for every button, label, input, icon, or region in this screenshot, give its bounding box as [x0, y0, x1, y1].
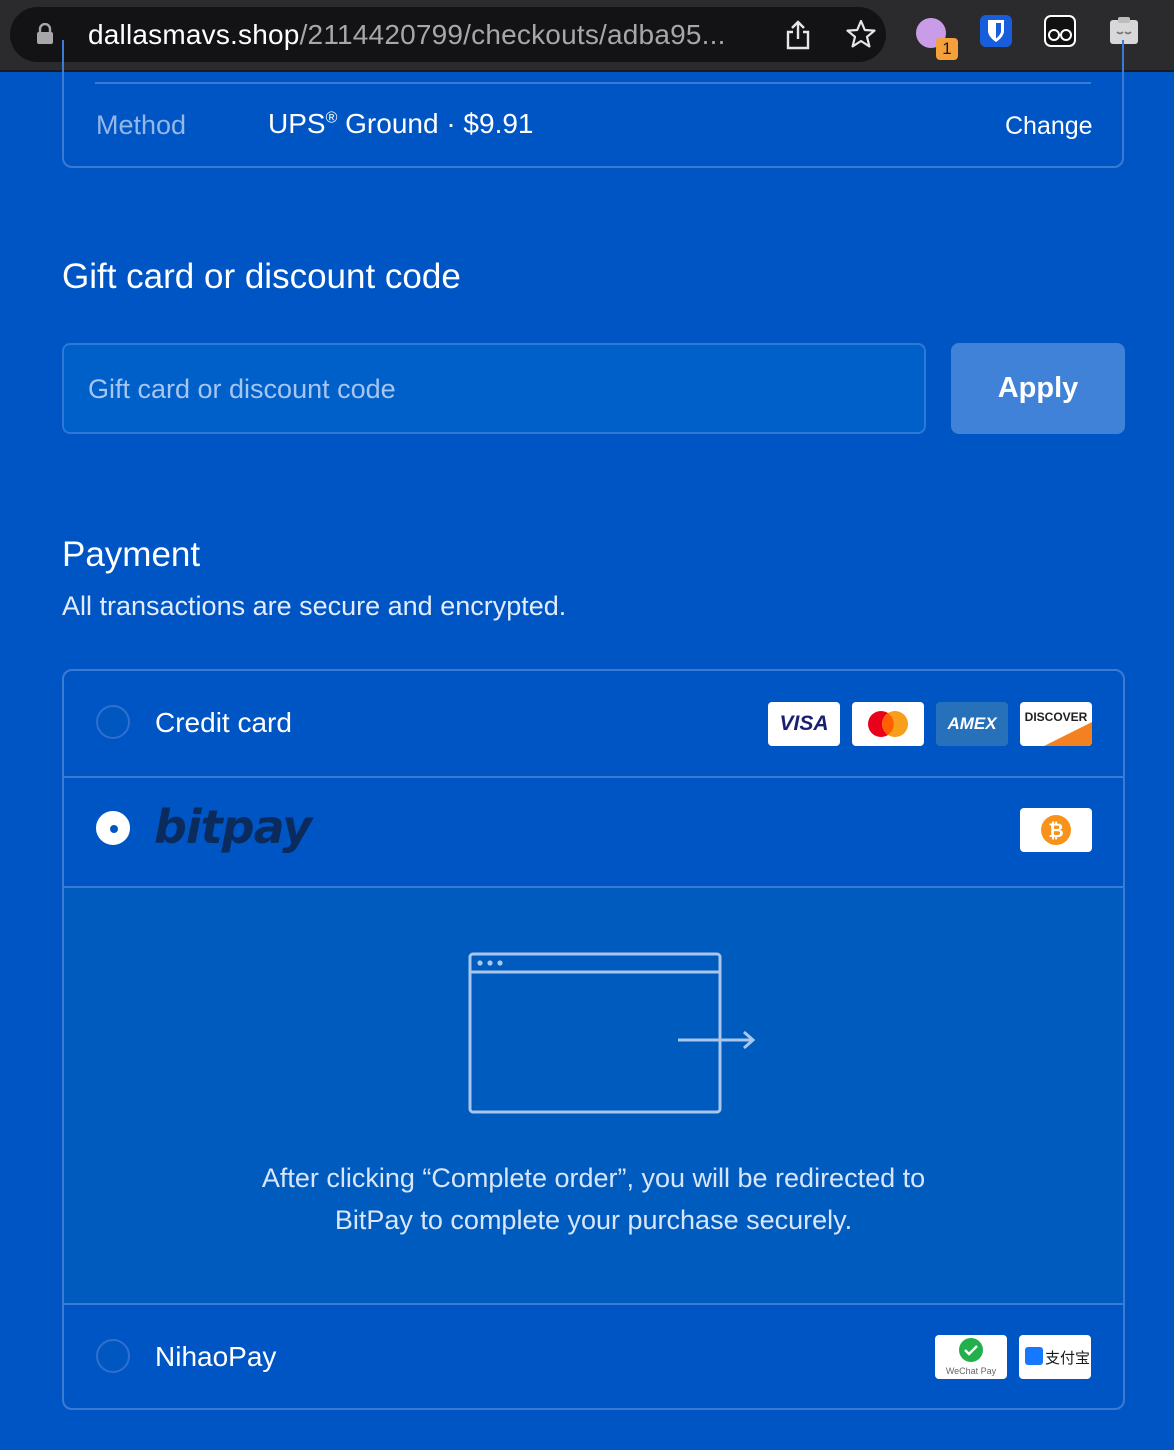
payment-option-credit-card[interactable]: Credit card VISA AMEX DISCOVER	[64, 671, 1123, 778]
method-rest: Ground · $9.91	[337, 108, 534, 139]
lock-icon	[37, 23, 53, 44]
gift-card-input[interactable]	[86, 345, 910, 434]
svg-text:₿: ₿	[1048, 820, 1063, 842]
method-label: Method	[96, 110, 187, 140]
payment-option-bitpay[interactable]: bitpay ₿	[64, 778, 1123, 888]
payment-options: Credit card VISA AMEX DISCOVER bitpay ₿	[62, 669, 1125, 1410]
visa-logo-icon: VISA	[768, 702, 840, 746]
wechat-pay-text: WeChat Pay	[945, 1366, 997, 1376]
wechat-pay-logo-icon: WeChat Pay	[935, 1335, 1007, 1379]
bitpay-redirect-panel: After clicking “Complete order”, you wil…	[64, 888, 1123, 1305]
redirect-browser-icon	[468, 952, 756, 1114]
apply-button[interactable]: Apply	[951, 343, 1125, 434]
gift-card-field[interactable]	[62, 343, 926, 434]
method-trademark: ®	[325, 109, 338, 127]
bitpay-radio[interactable]	[96, 811, 130, 845]
mastercard-logo-icon	[852, 702, 924, 746]
discover-text: DISCOVER	[1024, 710, 1088, 724]
bitcoin-logo-icon: ₿	[1020, 808, 1092, 852]
amex-text: AMEX	[947, 714, 997, 733]
change-shipping-link[interactable]: Change	[1005, 112, 1093, 141]
payment-subtitle: All transactions are secure and encrypte…	[62, 591, 567, 621]
payment-option-nihaopay[interactable]: NihaoPay WeChat Pay 支付宝	[64, 1305, 1123, 1408]
visa-text: VISA	[779, 712, 829, 735]
gift-card-heading: Gift card or discount code	[62, 257, 461, 296]
method-value: UPS® Ground · $9.91	[268, 108, 534, 140]
shipping-method-box	[62, 40, 1124, 168]
redirect-line-1: After clicking “Complete order”, you wil…	[261, 1163, 926, 1193]
credit-card-radio[interactable]	[96, 705, 130, 739]
redirect-line-2: BitPay to complete your purchase securel…	[334, 1205, 853, 1235]
nihaopay-radio[interactable]	[96, 1339, 130, 1373]
divider	[95, 82, 1091, 84]
credit-card-label: Credit card	[155, 707, 292, 738]
payment-heading: Payment	[62, 535, 201, 574]
redirect-message: After clicking “Complete order”, you wil…	[64, 1157, 1123, 1241]
bitpay-logo: bitpay	[154, 800, 312, 854]
nihaopay-label: NihaoPay	[155, 1341, 277, 1372]
amex-logo-icon: AMEX	[936, 702, 1008, 746]
alipay-text: 支付宝	[1045, 1349, 1091, 1367]
discover-logo-icon: DISCOVER	[1020, 702, 1092, 746]
method-carrier: UPS	[268, 108, 326, 139]
alipay-logo-icon: 支付宝	[1019, 1335, 1091, 1379]
